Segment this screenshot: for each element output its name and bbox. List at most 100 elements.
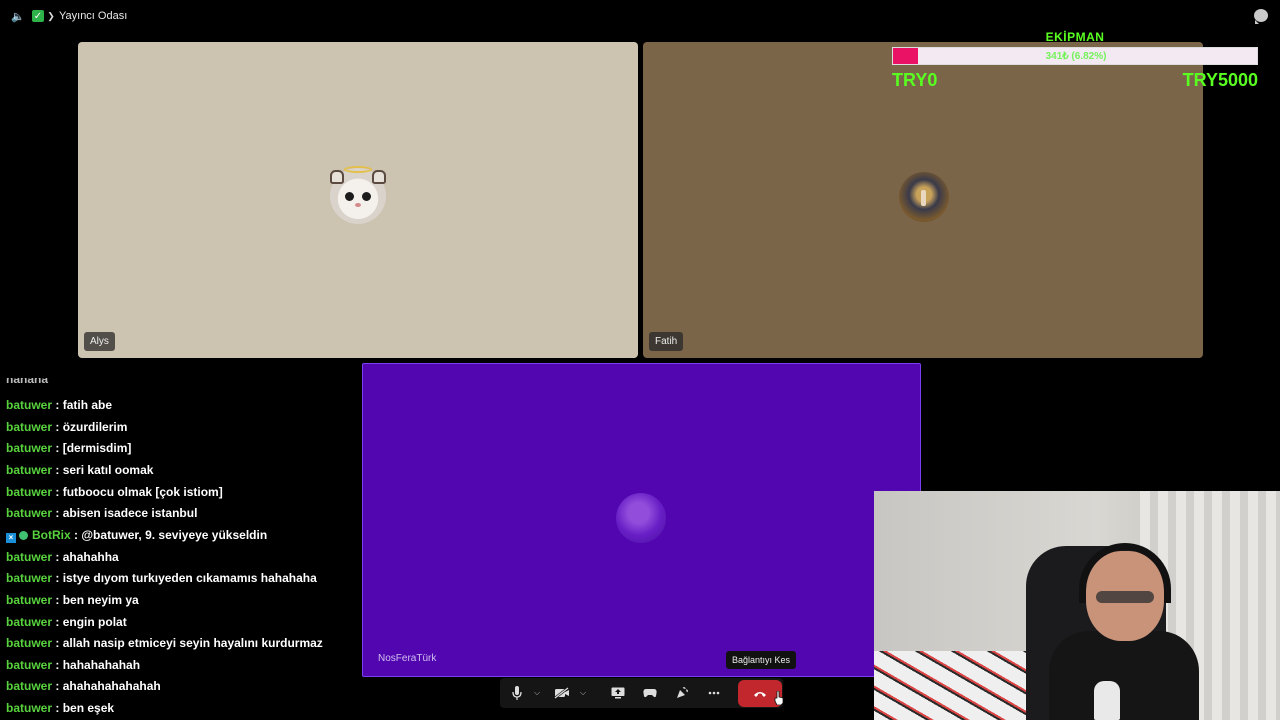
chat-separator: : bbox=[55, 398, 60, 412]
chat-message-text: engin polat bbox=[62, 614, 127, 629]
chat-message: batuwer : fatih abe bbox=[6, 395, 112, 415]
cat-eye-right bbox=[362, 192, 371, 201]
chat-bubble-icon[interactable] bbox=[1254, 9, 1268, 24]
chat-message-text: ben neyim ya bbox=[62, 592, 139, 607]
activity-icon[interactable] bbox=[642, 684, 658, 702]
chat-message: batuwer : ahahahha bbox=[6, 547, 119, 567]
goal-max-label: TRY5000 bbox=[1182, 70, 1258, 90]
participant-name-tag: NosFeraTürk bbox=[378, 653, 437, 664]
disconnect-tooltip: Bağlantıyı Kes bbox=[726, 651, 797, 669]
chat-separator: : bbox=[55, 679, 60, 694]
chat-username[interactable]: batuwer bbox=[6, 420, 52, 434]
chat-message: batuwer : abisen isadece istanbul bbox=[6, 503, 197, 523]
streamer-webcam bbox=[874, 491, 1280, 720]
checkbox-icon: ✓ bbox=[32, 10, 44, 22]
chat-message: batuwer : futboocu olmak [çok istiom] bbox=[6, 482, 223, 502]
chat-message: batuwer : [dermisdim] bbox=[6, 438, 131, 458]
chat-separator: : bbox=[55, 636, 60, 651]
participant-name-tag: Fatih bbox=[649, 332, 684, 351]
cat-nose bbox=[355, 203, 361, 207]
webcam-person-body bbox=[1049, 631, 1199, 720]
chat-message: batuwer : istye dıyom turkıyeden cıkamam… bbox=[6, 568, 317, 588]
chat-separator: : bbox=[55, 614, 60, 629]
chevron-down-icon[interactable]: ⌵ bbox=[578, 684, 588, 702]
goal-title: EKİPMAN bbox=[1045, 30, 1105, 44]
screen-share-icon[interactable] bbox=[610, 684, 626, 702]
chat-separator: : bbox=[74, 527, 79, 542]
cat-avatar bbox=[330, 166, 386, 224]
chat-username[interactable]: batuwer bbox=[6, 615, 52, 629]
chat-message-text: ahahahha bbox=[62, 549, 119, 564]
chat-separator: : bbox=[55, 441, 60, 456]
chat-message: batuwer : engin polat bbox=[6, 612, 127, 632]
chat-message: batuwer : seri katıl oomak bbox=[6, 460, 153, 480]
camera-off-icon[interactable] bbox=[554, 684, 570, 702]
chat-separator: : bbox=[55, 657, 60, 672]
chat-username[interactable]: batuwer bbox=[6, 550, 52, 564]
chat-message-text: futboocu olmak [çok istiom] bbox=[62, 484, 223, 499]
chat-username[interactable]: batuwer bbox=[6, 441, 52, 455]
chat-message-text: fatih abe bbox=[62, 398, 113, 412]
mouse-cursor-icon bbox=[774, 691, 784, 705]
goal-progress-text: 341₺ (6.82%) bbox=[1045, 51, 1107, 62]
chat-message-text: hahahahahah bbox=[62, 657, 141, 672]
chat-username[interactable]: batuwer bbox=[6, 398, 52, 412]
chat-separator: : bbox=[55, 701, 60, 716]
chat-separator: : bbox=[55, 592, 60, 607]
halo-decoration bbox=[344, 166, 372, 173]
chat-username[interactable]: batuwer bbox=[6, 701, 52, 715]
donation-goal-widget: EKİPMAN 341₺ (6.82%) TRY0 TRY5000 bbox=[892, 30, 1258, 94]
goal-progress-bar: 341₺ (6.82%) bbox=[892, 47, 1258, 65]
chat-message: batuwer : ben neyim ya bbox=[6, 590, 139, 610]
room-title: Yayıncı Odası bbox=[59, 10, 128, 22]
user-avatar bbox=[616, 493, 666, 543]
chat-username[interactable]: batuwer bbox=[6, 636, 52, 650]
chat-message: batuwer : allah nasip etmiceyi seyin hay… bbox=[6, 633, 323, 653]
chat-message: batuwer : ben eşek bbox=[6, 698, 114, 718]
chat-message: batuwer : özurdilerim bbox=[6, 417, 127, 437]
participant-tile-alys[interactable]: Alys bbox=[78, 42, 638, 358]
chat-username[interactable]: batuwer bbox=[6, 679, 52, 693]
webcam-microphone bbox=[1094, 681, 1120, 720]
cat-ear-right bbox=[372, 170, 386, 184]
cat-ear-left bbox=[330, 170, 344, 184]
chat-message-text: istye dıyom turkıyeden cıkamamıs hahahah… bbox=[62, 571, 317, 586]
chat-message: batuwer : ahahahahahahah bbox=[6, 676, 161, 696]
chat-message-text: seri katıl oomak bbox=[62, 462, 154, 477]
more-icon[interactable] bbox=[706, 684, 722, 702]
chat-separator: : bbox=[55, 571, 60, 586]
chat-message-text: özurdilerim bbox=[62, 419, 128, 434]
chat-separator: : bbox=[55, 462, 60, 477]
chat-separator: : bbox=[55, 484, 60, 499]
chat-username[interactable]: batuwer bbox=[6, 593, 52, 607]
chat-username[interactable]: BotRix bbox=[32, 528, 71, 542]
chat-message-text: abisen isadece istanbul bbox=[62, 506, 198, 521]
user-avatar bbox=[899, 172, 949, 222]
chat-username[interactable]: batuwer bbox=[6, 485, 52, 499]
chat-username[interactable]: batuwer bbox=[6, 658, 52, 672]
chat-message-text: [dermisdim] bbox=[62, 441, 132, 456]
speaker-icon[interactable]: 🔈 bbox=[10, 8, 26, 24]
chat-message: batuwer : hahahahahah bbox=[6, 655, 140, 675]
stream-chat: hahaha batuwer : fatih abe batuwer : özur… bbox=[0, 378, 360, 720]
bot-chat-message: × BotRix : @batuwer, 9. seviyeye yükseldi… bbox=[6, 525, 267, 545]
participant-name-tag: Alys bbox=[84, 332, 115, 351]
chat-separator: : bbox=[55, 419, 60, 434]
chat-username[interactable]: batuwer bbox=[6, 463, 52, 477]
bot-badge-icon: × bbox=[6, 532, 16, 543]
chevron-down-icon[interactable]: ⌵ bbox=[532, 684, 542, 702]
chat-message-text: @batuwer, 9. seviyeye yükseldin bbox=[81, 527, 268, 542]
participant-tile-nosferaturk[interactable]: NosFeraTürk bbox=[362, 363, 921, 677]
chat-cut-off-line: hahaha bbox=[6, 378, 49, 386]
chat-message-text: allah nasip etmiceyi seyin hayalını kurd… bbox=[62, 636, 323, 651]
soundboard-icon[interactable] bbox=[674, 684, 690, 702]
chat-username[interactable]: batuwer bbox=[6, 506, 52, 520]
chat-message-text: ahahahahahahah bbox=[62, 679, 161, 694]
chat-separator: : bbox=[55, 506, 60, 521]
phone-hangup-icon bbox=[754, 691, 766, 697]
chat-username[interactable]: batuwer bbox=[6, 571, 52, 585]
microphone-icon[interactable] bbox=[510, 684, 524, 702]
verified-badge-icon bbox=[19, 530, 28, 540]
chevron-right-icon: ❯ bbox=[47, 10, 55, 21]
chat-message-text: ben eşek bbox=[62, 701, 115, 716]
